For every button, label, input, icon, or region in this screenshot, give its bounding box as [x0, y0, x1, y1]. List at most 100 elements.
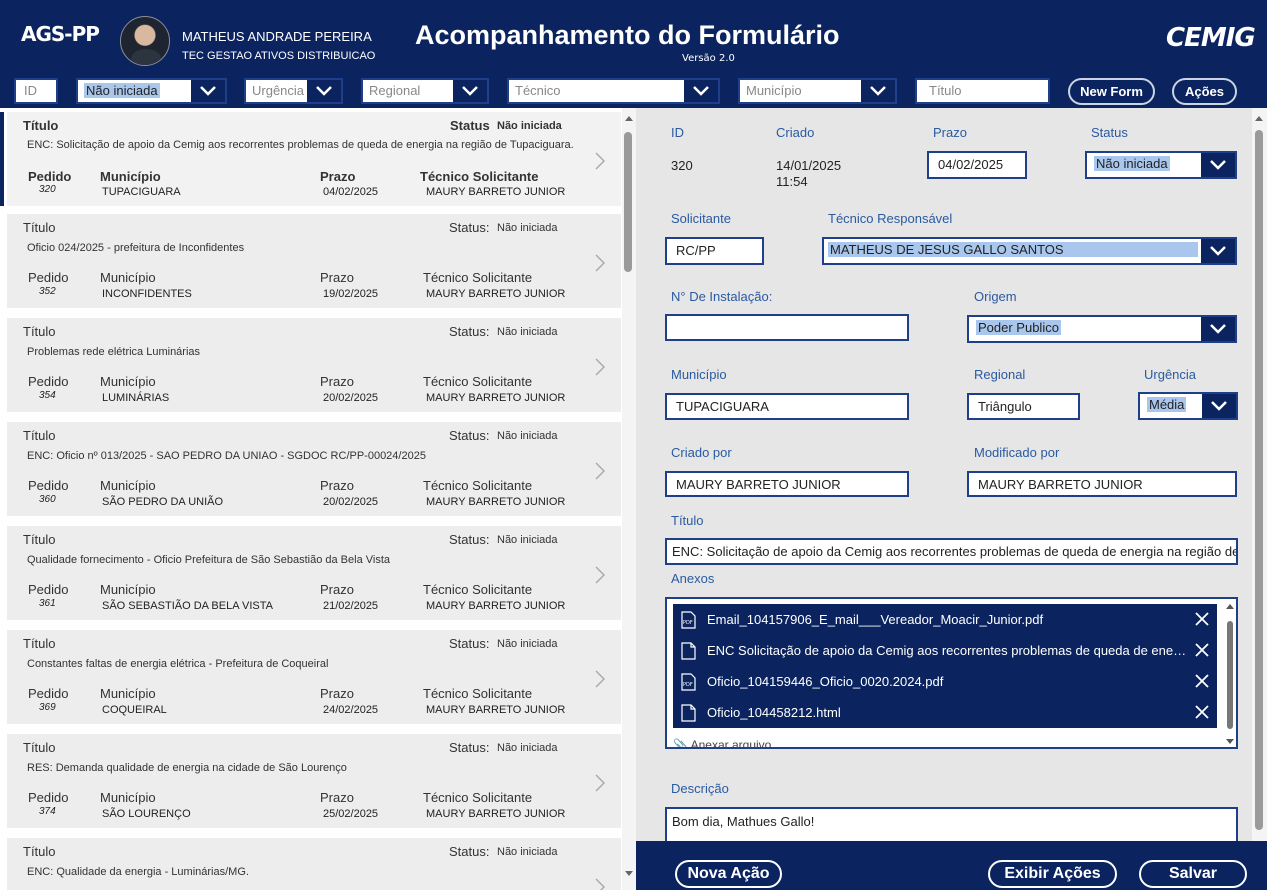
attachment-name[interactable]: Email_104157906_E_mail___Vereador_Moacir…	[707, 612, 1187, 627]
list-item[interactable]: Título Status: Não iniciada Qualidade forne…	[7, 526, 621, 620]
criado-por-field[interactable]: MAURY BARRETO JUNIOR	[665, 471, 909, 497]
titulo-filter-input[interactable]: Título	[915, 78, 1050, 104]
chevron-down-icon[interactable]	[191, 80, 225, 102]
municipio-filter-dropdown[interactable]: Município	[738, 78, 897, 104]
chevron-down-icon[interactable]	[1201, 239, 1235, 263]
chevron-down-icon[interactable]	[684, 80, 718, 102]
status-heading: Status:	[449, 428, 490, 443]
remove-attachment-icon[interactable]	[1195, 612, 1209, 626]
anexar-arquivo-link[interactable]: 📎 Anexar arquivo	[673, 738, 771, 747]
urgencia-filter-dropdown[interactable]: Urgência	[244, 78, 343, 104]
list-item[interactable]: Título Status: Não iniciada Problemas rede …	[7, 318, 621, 412]
salvar-button[interactable]: Salvar	[1139, 860, 1247, 888]
urgencia-label: Urgência	[1144, 367, 1197, 382]
list-scroll-thumb[interactable]	[624, 132, 632, 272]
chevron-down-icon[interactable]	[861, 80, 895, 102]
attachment-name[interactable]: Oficio_104458212.html	[707, 705, 1187, 720]
svg-text:PDF: PDF	[683, 620, 693, 626]
detail-scrollbar[interactable]	[1252, 108, 1267, 841]
detail-scroll-thumb[interactable]	[1255, 130, 1263, 830]
attachment-item[interactable]: Oficio_104458212.html	[673, 697, 1217, 728]
remove-attachment-icon[interactable]	[1195, 643, 1209, 657]
chevron-down-icon[interactable]	[307, 80, 341, 102]
regional-filter-dropdown[interactable]: Regional	[361, 78, 489, 104]
modificado-por-field[interactable]: MAURY BARRETO JUNIOR	[967, 471, 1237, 497]
status-dropdown[interactable]: Não iniciada	[1085, 151, 1237, 179]
action-footer: Nova Ação Exibir Ações Salvar	[636, 841, 1267, 890]
chevron-right-icon[interactable]	[595, 670, 606, 688]
origem-dropdown[interactable]: Poder Publico	[967, 315, 1237, 343]
tecnico-filter-placeholder: Técnico	[515, 83, 561, 98]
item-description: ENC: Qualidade da energia - Luminárias/M…	[27, 866, 249, 878]
scroll-down-icon[interactable]	[624, 870, 634, 878]
attachments-box: 📎 Anexar arquivo PDF Email_104157906_E_ma…	[665, 597, 1238, 749]
attachment-item[interactable]: ENC Solicitação de apoio da Cemig aos re…	[673, 635, 1217, 666]
chevron-right-icon[interactable]	[595, 878, 606, 890]
status-heading: Status:	[449, 636, 490, 651]
remove-attachment-icon[interactable]	[1195, 705, 1209, 719]
solicitante-field[interactable]: RC/PP	[665, 237, 764, 265]
attachments-scroll-thumb[interactable]	[1227, 621, 1233, 729]
app-code: AGS-PP	[21, 22, 100, 46]
id-filter-input[interactable]: ID	[14, 78, 58, 104]
list-item[interactable]: Título Status: Não iniciada Constantes falt…	[7, 630, 621, 724]
scroll-up-icon[interactable]	[1226, 603, 1234, 609]
attachment-item[interactable]: PDF Oficio_104159446_Oficio_0020.2024.pdf	[673, 666, 1217, 697]
scroll-up-icon[interactable]	[624, 114, 634, 122]
tecnico-filter-dropdown[interactable]: Técnico	[507, 78, 720, 104]
list-item[interactable]: Título Status Não iniciada ENC: Solicitação…	[0, 112, 621, 206]
chevron-right-icon[interactable]	[595, 462, 606, 480]
new-form-button[interactable]: New Form	[1068, 78, 1155, 105]
list-item[interactable]: Título Status: Não iniciada ENC: Oficio nº …	[7, 422, 621, 516]
urgencia-value: Média	[1147, 397, 1187, 412]
attachment-name[interactable]: Oficio_104159446_Oficio_0020.2024.pdf	[707, 674, 1187, 689]
list-item[interactable]: Título Status: Não iniciada RES: Demanda qu…	[7, 734, 621, 828]
remove-attachment-icon[interactable]	[1195, 674, 1209, 688]
chevron-down-icon[interactable]	[453, 80, 487, 102]
attachment-item[interactable]: PDF Email_104157906_E_mail___Vereador_Moa…	[673, 604, 1217, 635]
urgencia-dropdown[interactable]: Média	[1138, 392, 1238, 420]
attachment-name[interactable]: ENC Solicitação de apoio da Cemig aos re…	[707, 643, 1187, 658]
status-filter-dropdown[interactable]: Não iniciada	[76, 78, 227, 104]
prazo-heading: Prazo	[320, 582, 354, 597]
chevron-right-icon[interactable]	[595, 152, 606, 170]
instalacao-field[interactable]	[665, 314, 909, 341]
criado-time: 11:54	[776, 174, 808, 189]
nova-acao-button[interactable]: Nova Ação	[675, 860, 782, 888]
chevron-right-icon[interactable]	[595, 358, 606, 376]
item-description: Oficio 024/2025 - prefeitura de Inconfid…	[27, 242, 245, 254]
prazo-value: 19/02/2025	[323, 288, 379, 300]
chevron-down-icon[interactable]	[1201, 153, 1235, 177]
list-scrollbar[interactable]	[622, 108, 636, 890]
tecnico-responsavel-dropdown[interactable]: MATHEUS DE JESUS GALLO SANTOS	[822, 237, 1237, 265]
chevron-down-icon[interactable]	[1201, 317, 1235, 341]
app-version: Versão 2.0	[682, 53, 735, 64]
exibir-acoes-button[interactable]: Exibir Ações	[988, 860, 1117, 888]
municipio-field[interactable]: TUPACIGUARA	[665, 393, 909, 420]
attachments-scrollbar[interactable]	[1226, 603, 1234, 745]
municipio-heading: Município	[100, 169, 161, 184]
titulo-field[interactable]: ENC: Solicitação de apoio da Cemig aos r…	[665, 538, 1238, 565]
prazo-date-field[interactable]: 04/02/2025	[927, 151, 1027, 179]
titulo-heading: Título	[23, 636, 56, 651]
status-label: Status	[1091, 125, 1128, 140]
scroll-up-icon[interactable]	[1254, 114, 1264, 122]
urgencia-filter-placeholder: Urgência	[252, 83, 305, 98]
status-value: Não iniciada	[497, 742, 558, 754]
criado-label: Criado	[776, 125, 815, 140]
list-item[interactable]: Título Status: Não iniciada ENC: Qualidade …	[7, 838, 621, 890]
tecnico-responsavel-label: Técnico Responsável	[828, 211, 953, 226]
regional-field[interactable]: Triângulo	[967, 393, 1080, 420]
acoes-button[interactable]: Ações	[1172, 78, 1237, 105]
status-dropdown-value: Não iniciada	[1094, 156, 1170, 171]
status-value: Não iniciada	[497, 222, 558, 234]
list-item[interactable]: Título Status: Não iniciada Oficio 024/2025…	[7, 214, 621, 308]
scroll-down-icon[interactable]	[1226, 739, 1234, 745]
status-heading: Status	[450, 118, 490, 133]
chevron-right-icon[interactable]	[595, 774, 606, 792]
chevron-right-icon[interactable]	[595, 254, 606, 272]
chevron-right-icon[interactable]	[595, 566, 606, 584]
svg-text:PDF: PDF	[683, 682, 693, 688]
status-value: Não iniciada	[497, 326, 558, 338]
chevron-down-icon[interactable]	[1202, 394, 1236, 418]
